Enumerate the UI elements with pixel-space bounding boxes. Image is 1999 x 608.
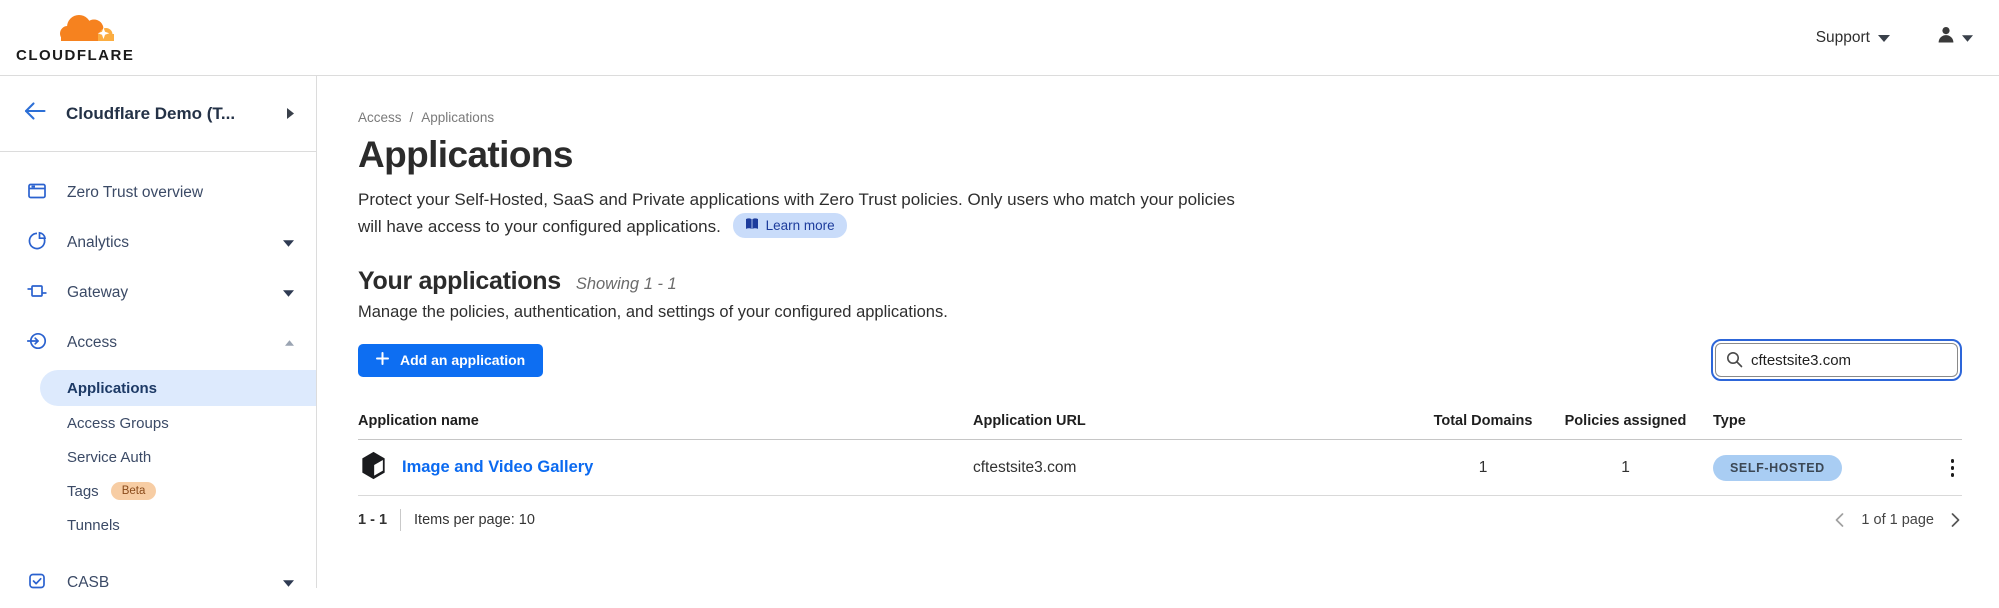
sidebar-item-label: Applications <box>67 380 157 397</box>
chevron-up-icon <box>285 340 294 346</box>
breadcrumb-separator: / <box>410 110 414 125</box>
section-subtitle: Manage the policies, authentication, and… <box>358 303 1962 322</box>
sidebar-item-zero-trust-overview[interactable]: Zero Trust overview <box>0 168 316 218</box>
type-badge: SELF-HOSTED <box>1713 455 1842 481</box>
total-domains-cell: 1 <box>1428 459 1538 477</box>
cloudflare-logo[interactable]: CLOUDFLARE <box>16 12 134 64</box>
column-header-application-url: Application URL <box>973 413 1428 429</box>
search-input[interactable] <box>1715 343 1958 377</box>
page-description: Protect your Self-Hosted, SaaS and Priva… <box>358 188 1243 239</box>
application-url-cell: cftestsite3.com <box>973 459 1428 477</box>
showing-count: Showing 1 - 1 <box>576 275 677 294</box>
sidebar-item-gateway[interactable]: Gateway <box>0 268 316 318</box>
learn-more-button[interactable]: Learn more <box>733 213 847 239</box>
casb-icon <box>27 571 47 596</box>
chevron-down-icon <box>1878 29 1890 47</box>
sidebar-item-tags[interactable]: Tags Beta <box>0 474 316 508</box>
book-icon <box>745 216 759 236</box>
previous-page-icon[interactable] <box>1833 511 1846 529</box>
learn-more-label: Learn more <box>766 216 835 236</box>
access-sub-list: Applications Access Groups Service Auth … <box>0 368 316 546</box>
overview-icon <box>27 181 47 206</box>
sidebar-item-access[interactable]: Access <box>0 318 316 368</box>
column-header-application-name: Application name <box>358 413 973 429</box>
user-menu[interactable] <box>1936 25 1973 50</box>
column-header-policies-assigned: Policies assigned <box>1538 413 1713 429</box>
row-actions-kebab-icon[interactable] <box>1943 453 1963 483</box>
table-row: Image and Video Gallery cftestsite3.com … <box>358 440 1962 496</box>
sidebar-item-label: Tunnels <box>67 517 120 534</box>
breadcrumb-applications: Applications <box>421 110 494 125</box>
cloudflare-cloud-icon <box>56 12 118 49</box>
sidebar-item-label: CASB <box>67 574 109 592</box>
sidebar-item-applications[interactable]: Applications <box>40 370 316 406</box>
back-arrow-icon[interactable] <box>24 102 46 125</box>
user-icon <box>1936 25 1956 50</box>
breadcrumb: Access / Applications <box>358 110 1962 125</box>
sidebar-item-service-auth[interactable]: Service Auth <box>0 440 316 474</box>
sidebar-item-label: Access <box>67 334 117 352</box>
policies-assigned-cell: 1 <box>1538 459 1713 477</box>
sidebar-item-label: Gateway <box>67 284 128 302</box>
sidebar-item-label: Analytics <box>67 234 129 252</box>
page-info: 1 of 1 page <box>1861 512 1934 528</box>
sidebar-item-access-groups[interactable]: Access Groups <box>0 406 316 440</box>
column-header-type: Type <box>1713 413 1910 429</box>
breadcrumb-access[interactable]: Access <box>358 110 402 125</box>
table-footer: 1 - 1 Items per page: 10 1 of 1 page <box>358 509 1962 531</box>
sidebar-item-casb[interactable]: CASB <box>0 558 316 608</box>
sidebar: Cloudflare Demo (T... Zero Trust overvie… <box>0 76 317 588</box>
chevron-down-icon <box>283 580 294 587</box>
main-content: Access / Applications Applications Prote… <box>317 76 1999 588</box>
plus-icon <box>376 352 389 368</box>
caret-right-icon <box>287 108 294 119</box>
account-selector[interactable]: Cloudflare Demo (T... <box>0 76 316 152</box>
beta-badge: Beta <box>111 482 157 500</box>
support-label: Support <box>1816 29 1870 47</box>
sidebar-item-label: Service Auth <box>67 449 151 466</box>
chevron-down-icon <box>1962 29 1973 47</box>
application-name-link[interactable]: Image and Video Gallery <box>402 458 593 477</box>
account-name: Cloudflare Demo (T... <box>66 104 235 124</box>
add-application-button[interactable]: Add an application <box>358 344 543 377</box>
add-application-label: Add an application <box>400 352 525 368</box>
search-icon <box>1726 351 1743 373</box>
result-range: 1 - 1 <box>358 512 387 528</box>
applications-table: Application name Application URL Total D… <box>358 402 1962 496</box>
sidebar-item-tunnels[interactable]: Tunnels <box>0 508 316 542</box>
chevron-down-icon <box>283 290 294 297</box>
search-box <box>1715 343 1958 377</box>
section-title: Your applications <box>358 267 561 296</box>
access-icon <box>27 331 47 356</box>
cloudflare-logo-text: CLOUDFLARE <box>16 47 134 64</box>
page-title: Applications <box>358 134 1962 176</box>
table-header-row: Application name Application URL Total D… <box>358 402 1962 440</box>
chevron-down-icon <box>283 240 294 247</box>
self-hosted-app-cube-icon <box>360 451 387 485</box>
support-menu[interactable]: Support <box>1816 29 1890 47</box>
footer-divider <box>400 509 401 531</box>
column-header-total-domains: Total Domains <box>1428 413 1538 429</box>
sidebar-item-label: Zero Trust overview <box>67 184 203 202</box>
sidebar-nav: Zero Trust overview Analytics <box>0 152 316 608</box>
sidebar-item-label: Access Groups <box>67 415 169 432</box>
analytics-icon <box>27 231 47 256</box>
top-bar: CLOUDFLARE Support <box>0 0 1999 76</box>
items-per-page: Items per page: 10 <box>414 512 535 528</box>
sidebar-item-analytics[interactable]: Analytics <box>0 218 316 268</box>
sidebar-item-label: Tags <box>67 483 99 500</box>
next-page-icon[interactable] <box>1949 511 1962 529</box>
gateway-icon <box>27 281 47 306</box>
